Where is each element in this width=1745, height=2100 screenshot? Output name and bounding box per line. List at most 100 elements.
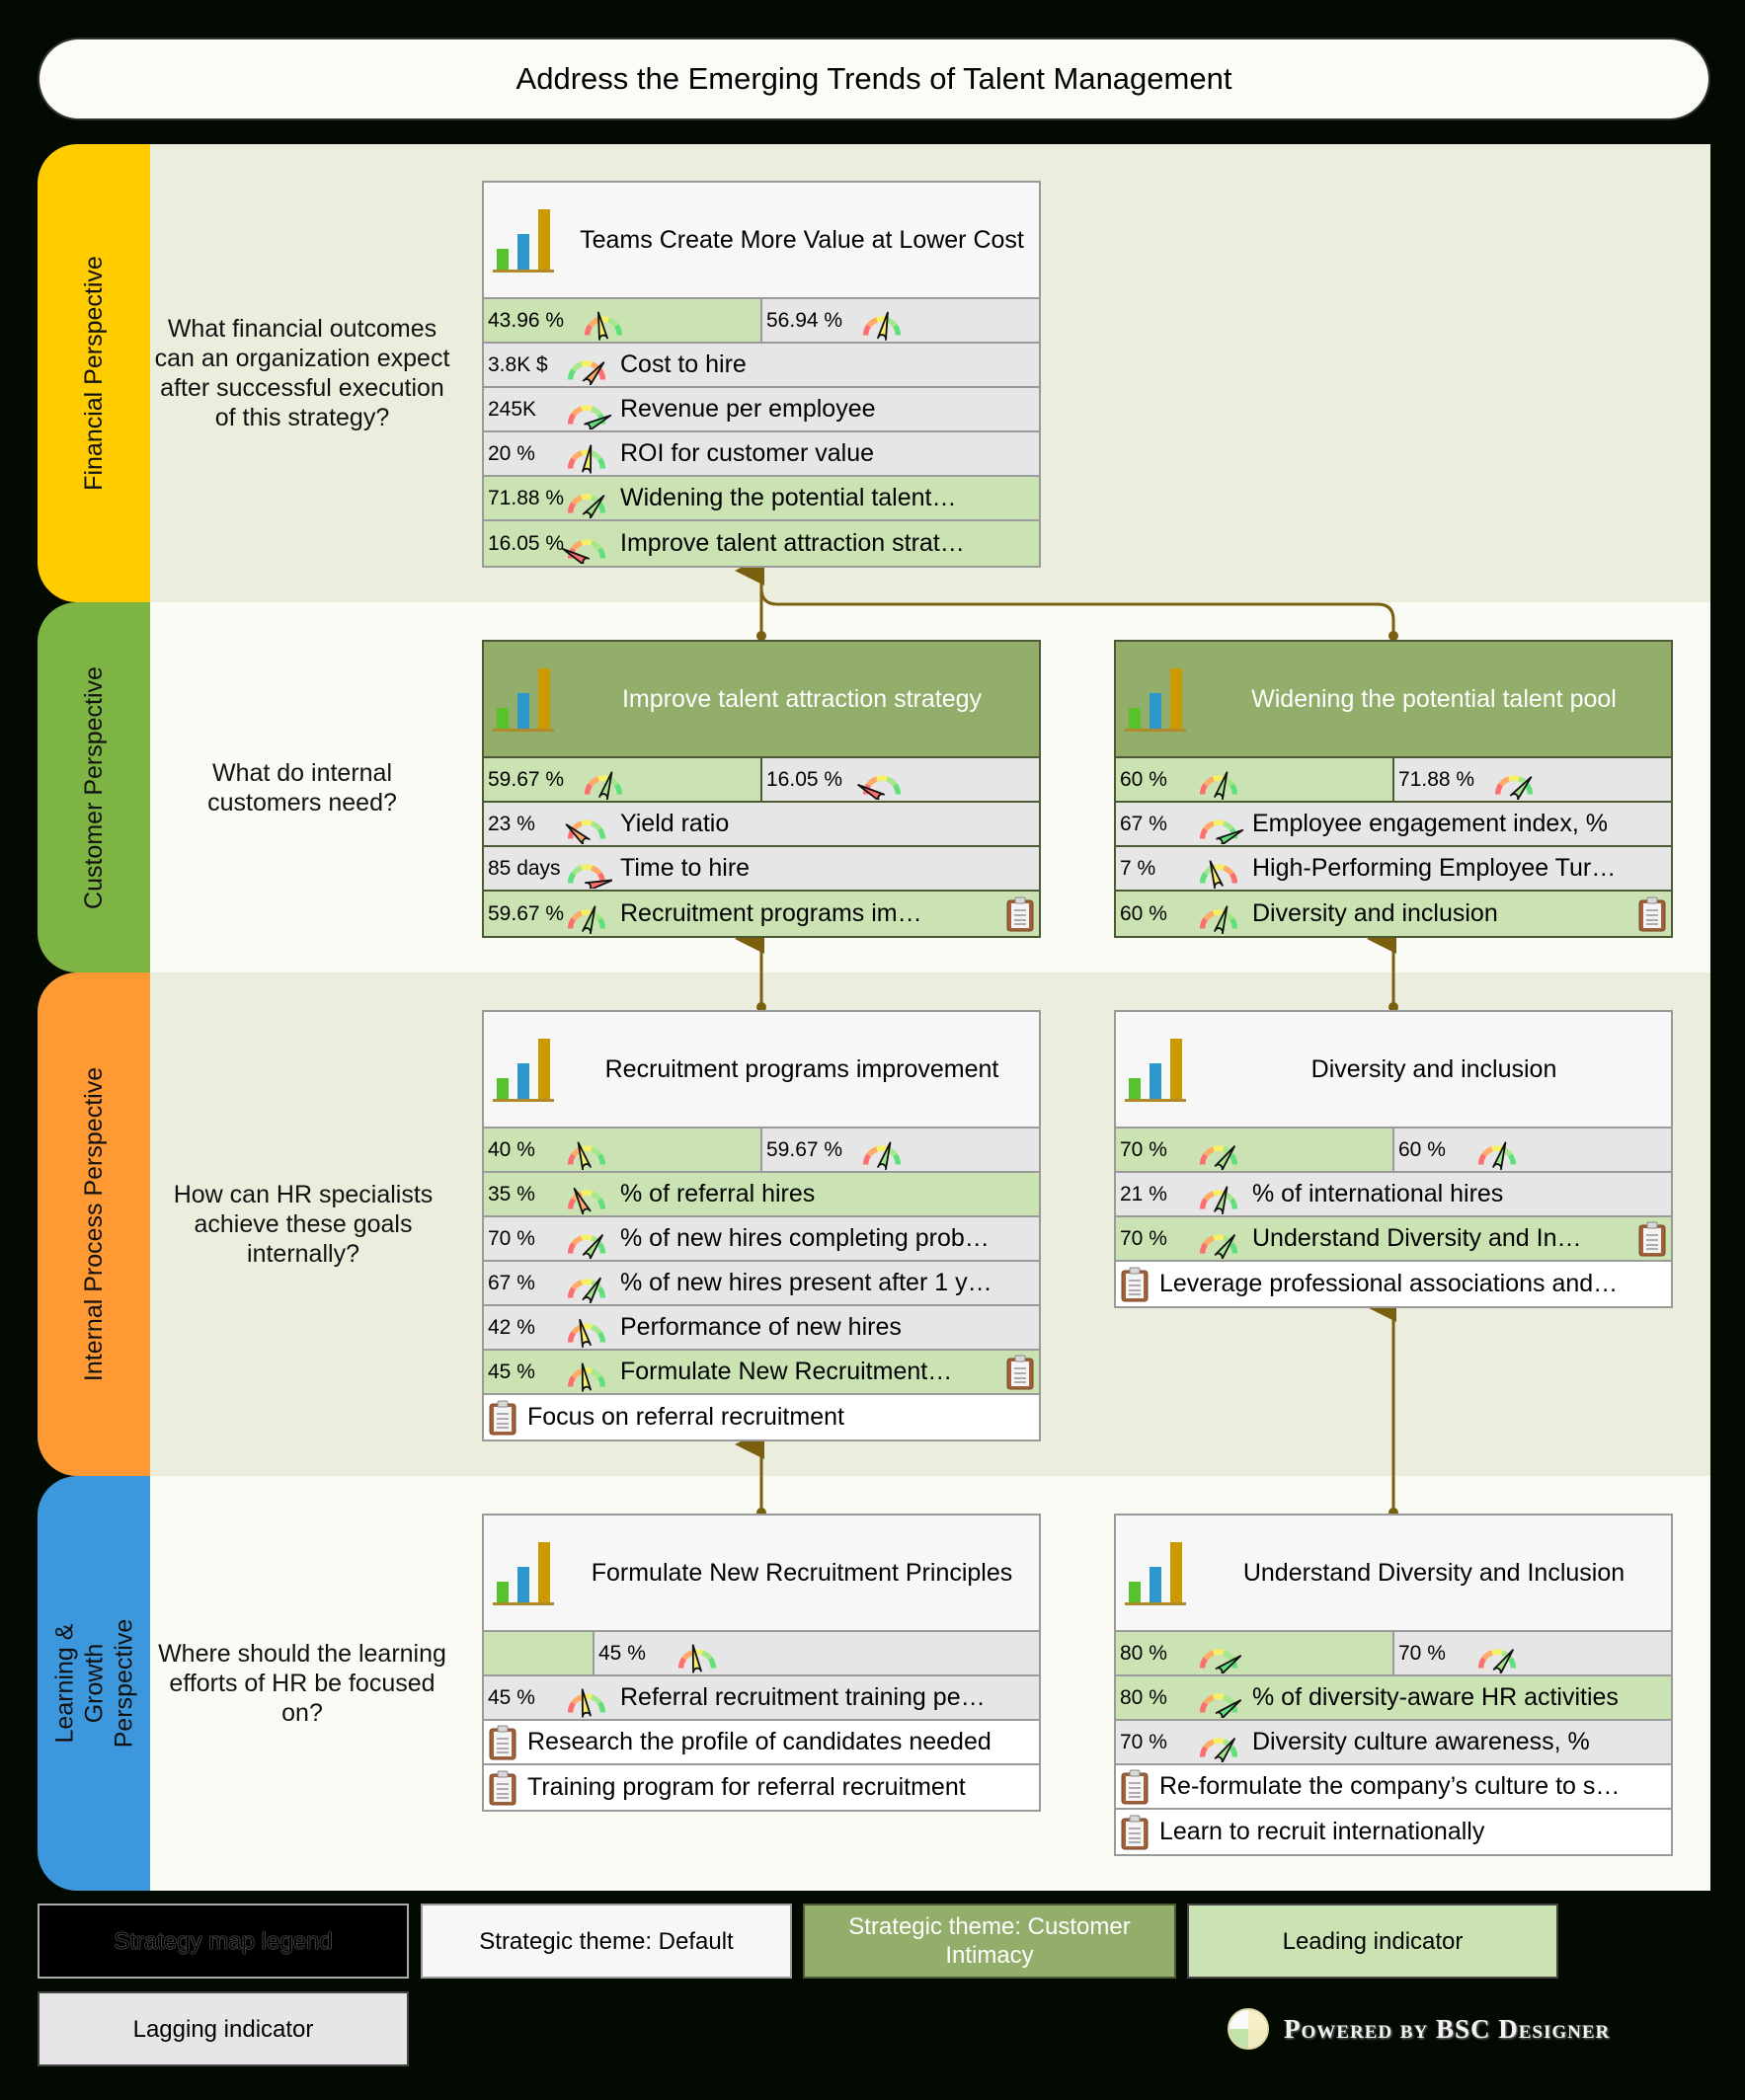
leading-indicator-row[interactable]: 45 % Formulate New Recruitment…	[484, 1351, 1039, 1395]
initiative-row[interactable]: Training program for referral recruitmen…	[484, 1765, 1039, 1810]
leading-indicator-row[interactable]: 70 % Understand Diversity and In…	[1116, 1217, 1671, 1262]
initiative-row[interactable]: Research the profile of candidates neede…	[484, 1721, 1039, 1765]
indicator-name: % of diversity-aware HR activities	[1252, 1683, 1619, 1711]
clipboard-icon[interactable]	[1120, 1267, 1150, 1302]
goal-summary-row: 70 % 60 %	[1116, 1128, 1671, 1173]
perspective-tab-customer: Customer Perspective	[38, 602, 150, 972]
leading-summary[interactable]: 43.96 %	[484, 299, 762, 342]
lagging-summary[interactable]: 16.05 %	[762, 758, 1039, 801]
clipboard-icon[interactable]	[1005, 896, 1035, 932]
lagging-indicator-row[interactable]: 85 days Time to hire	[484, 847, 1039, 892]
goal-card-recruitment-programs[interactable]: Recruitment programs improvement 40 % 59…	[482, 1010, 1041, 1441]
lagging-summary[interactable]: 45 %	[595, 1632, 1039, 1674]
perspective-label: Internal Process Perspective	[80, 1066, 109, 1382]
clipboard-icon[interactable]	[1005, 1355, 1035, 1390]
leading-summary[interactable]	[484, 1632, 595, 1674]
lagging-indicator-row[interactable]: 45 % Referral recruitment training pe…	[484, 1676, 1039, 1721]
lagging-indicator-row[interactable]: 7 % High-Performing Employee Tur…	[1116, 847, 1671, 892]
lagging-indicator-row[interactable]: 42 % Performance of new hires	[484, 1306, 1039, 1351]
goal-card-understand-diversity[interactable]: Understand Diversity and Inclusion 80 % …	[1114, 1514, 1673, 1856]
goal-card-teams-value[interactable]: Teams Create More Value at Lower Cost 43…	[482, 181, 1041, 568]
lagging-indicator-row[interactable]: 70 % % of new hires completing prob…	[484, 1217, 1039, 1262]
indicator-value: 71.88 %	[488, 486, 565, 509]
gauge-icon	[567, 1687, 606, 1718]
leading-summary[interactable]: 80 %	[1116, 1632, 1394, 1674]
lagging-summary[interactable]: 60 %	[1394, 1128, 1671, 1171]
goal-card-recruitment-principles[interactable]: Formulate New Recruitment Principles 45 …	[482, 1514, 1041, 1812]
lagging-indicator-row[interactable]: 67 % % of new hires present after 1 y…	[484, 1262, 1039, 1306]
gauge-icon	[1199, 904, 1238, 934]
clipboard-icon[interactable]	[1637, 896, 1667, 932]
leading-summary[interactable]: 40 %	[484, 1128, 762, 1171]
goal-card-talent-pool[interactable]: Widening the potential talent pool 60 % …	[1114, 640, 1673, 938]
bar-chart-icon	[493, 668, 554, 732]
indicator-value: 67 %	[1120, 812, 1167, 835]
legend-default-theme: Strategic theme: Default	[421, 1904, 792, 1979]
indicator-value: 42 %	[488, 1315, 535, 1339]
gauge-icon	[565, 818, 606, 844]
indicator-value: 60 %	[1120, 901, 1167, 925]
bar-chart-icon	[493, 1039, 554, 1102]
goal-header[interactable]: Improve talent attraction strategy	[484, 642, 1039, 758]
lagging-indicator-row[interactable]: 3.8K $ Cost to hire	[484, 344, 1039, 388]
gauge-icon	[862, 1140, 902, 1170]
lagging-summary[interactable]: 56.94 %	[762, 299, 1039, 342]
goal-header[interactable]: Formulate New Recruitment Principles	[484, 1516, 1039, 1632]
lagging-indicator-row[interactable]: 23 % Yield ratio	[484, 803, 1039, 847]
goal-title: Widening the potential talent pool	[1251, 685, 1617, 713]
lagging-summary[interactable]: 70 %	[1394, 1632, 1671, 1674]
clipboard-icon[interactable]	[488, 1400, 517, 1436]
perspective-tab-financial: Financial Perspective	[38, 144, 150, 602]
goal-header[interactable]: Teams Create More Value at Lower Cost	[484, 183, 1039, 299]
lagging-summary[interactable]: 71.88 %	[1394, 758, 1671, 801]
lagging-indicator-row[interactable]: 20 % ROI for customer value	[484, 432, 1039, 477]
lagging-indicator-row[interactable]: 245K Revenue per employee	[484, 388, 1039, 432]
clipboard-icon[interactable]	[1637, 1221, 1667, 1257]
leading-indicator-row[interactable]: 59.67 % Recruitment programs im…	[484, 892, 1039, 936]
indicator-value: 7 %	[1120, 856, 1156, 880]
clipboard-icon[interactable]	[488, 1770, 517, 1806]
gauge-icon	[567, 1318, 606, 1348]
leading-indicator-row[interactable]: 16.05 % Improve talent attraction strat…	[484, 521, 1039, 566]
gauge-icon	[1199, 1692, 1241, 1718]
indicator-name: ROI for customer value	[620, 439, 875, 467]
lagging-indicator-row[interactable]: 70 % Diversity culture awareness, %	[1116, 1721, 1671, 1765]
clipboard-icon[interactable]	[1120, 1769, 1150, 1805]
clipboard-icon[interactable]	[488, 1725, 517, 1760]
goal-header[interactable]: Widening the potential talent pool	[1116, 642, 1671, 758]
leading-indicator-row[interactable]: 80 % % of diversity-aware HR activities	[1116, 1676, 1671, 1721]
indicator-name: % of international hires	[1252, 1180, 1504, 1207]
bsc-logo-icon	[1228, 2008, 1269, 2050]
goal-summary-row: 43.96 % 56.94 %	[484, 299, 1039, 344]
lagging-indicator-row[interactable]: 21 % % of international hires	[1116, 1173, 1671, 1217]
initiative-name: Research the profile of candidates neede…	[527, 1728, 991, 1755]
leading-indicator-row[interactable]: 71.88 % Widening the potential talent…	[484, 477, 1039, 521]
gauge-icon	[1477, 1140, 1517, 1170]
leading-summary[interactable]: 59.67 %	[484, 758, 762, 801]
indicator-name: Revenue per employee	[620, 395, 876, 423]
indicator-name: Performance of new hires	[620, 1313, 902, 1341]
initiative-row[interactable]: Leverage professional associations and…	[1116, 1262, 1671, 1306]
clipboard-icon[interactable]	[1120, 1815, 1150, 1850]
leading-indicator-row[interactable]: 35 % % of referral hires	[484, 1173, 1039, 1217]
lagging-summary[interactable]: 59.67 %	[762, 1128, 1039, 1171]
leading-indicator-row[interactable]: 60 % Diversity and inclusion	[1116, 892, 1671, 936]
goal-card-talent-attraction[interactable]: Improve talent attraction strategy 59.67…	[482, 640, 1041, 938]
leading-summary[interactable]: 70 %	[1116, 1128, 1394, 1171]
gauge-icon	[567, 493, 606, 518]
indicator-name: Employee engagement index, %	[1252, 810, 1608, 837]
initiative-row[interactable]: Learn to recruit internationally	[1116, 1810, 1671, 1854]
initiative-row[interactable]: Re-formulate the company’s culture to s…	[1116, 1765, 1671, 1810]
goal-header[interactable]: Diversity and inclusion	[1116, 1012, 1671, 1128]
indicator-value: 16.05 %	[488, 531, 565, 555]
perspective-label: Learning & Growth Perspective	[50, 1618, 138, 1749]
lagging-indicator-row[interactable]: 67 % Employee engagement index, %	[1116, 803, 1671, 847]
goal-card-diversity-inclusion[interactable]: Diversity and inclusion 70 % 60 % 21 % %…	[1114, 1010, 1673, 1308]
title-text: Address the Emerging Trends of Talent Ma…	[516, 61, 1232, 96]
leading-summary[interactable]: 60 %	[1116, 758, 1394, 801]
goal-header[interactable]: Recruitment programs improvement	[484, 1012, 1039, 1128]
summary-value: 70 %	[1398, 1641, 1446, 1665]
initiative-row[interactable]: Focus on referral recruitment	[484, 1395, 1039, 1439]
indicator-value: 23 %	[488, 812, 535, 835]
goal-header[interactable]: Understand Diversity and Inclusion	[1116, 1516, 1671, 1632]
